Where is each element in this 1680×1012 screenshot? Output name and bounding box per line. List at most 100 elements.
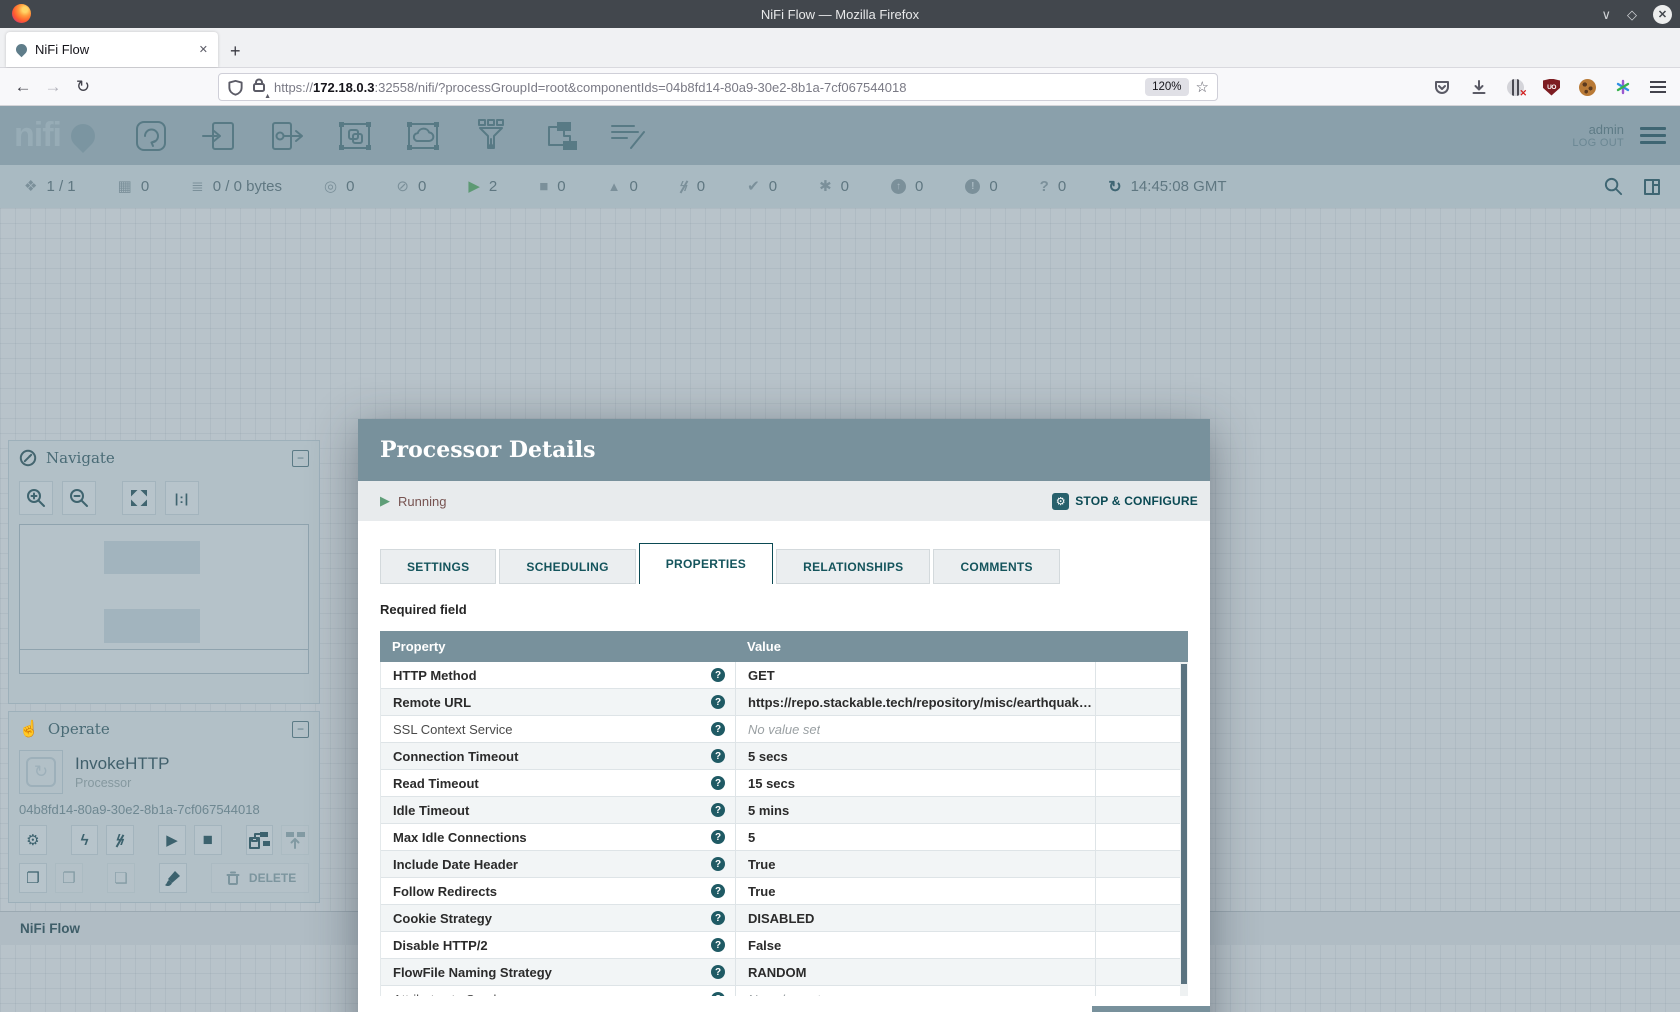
ublock-origin-icon[interactable]: UO [1543,79,1560,96]
status-up-to-date-count: 0 [769,178,777,195]
operate-collapse-button[interactable]: − [292,721,309,738]
panel-toggle-icon[interactable] [1642,177,1662,197]
ok-button[interactable]: OK [1092,1006,1210,1012]
value-cell: GET [736,662,1096,688]
help-icon[interactable]: ? [711,668,725,682]
multi-account-containers-icon[interactable] [1615,79,1631,95]
property-name: SSL Context Service [393,722,711,737]
help-icon[interactable]: ? [711,938,725,952]
delete-button[interactable]: DELETE [211,863,309,893]
table-scrollbar[interactable] [1180,662,1188,996]
output-port-component-icon[interactable] [265,117,309,155]
operate-title: Operate [48,720,283,738]
help-icon[interactable]: ? [711,857,725,871]
lightning-icon: ϟ [81,832,89,849]
label-component-icon[interactable] [605,117,649,155]
privacy-badger-icon[interactable]: ✕ [1507,79,1524,96]
browser-menu-icon[interactable] [1650,78,1666,96]
fill-color-button[interactable] [159,863,187,893]
processor-component-icon[interactable] [129,117,173,155]
pocket-icon[interactable] [1433,78,1451,96]
group-button[interactable]: ❏ [107,863,135,893]
tracking-shield-icon[interactable] [227,79,244,96]
help-icon[interactable]: ? [711,830,725,844]
window-close-button[interactable]: ✕ [1653,5,1672,24]
search-icon[interactable] [1603,176,1624,197]
tab-settings[interactable]: SETTINGS [380,549,496,584]
table-scrollbar-thumb[interactable] [1181,664,1187,984]
refresh-icon[interactable]: ↻ [1108,177,1121,197]
tab-close-icon[interactable]: ✕ [199,43,208,56]
birdseye-minimap[interactable] [19,524,309,650]
tab-properties[interactable]: PROPERTIES [639,543,773,584]
status-stale-count: 0 [915,178,923,195]
zoom-in-button[interactable] [19,481,53,515]
new-tab-button[interactable]: + [230,42,241,60]
property-value: RANDOM [748,965,807,980]
paste-button[interactable]: ❐ [55,863,83,893]
tab-comments[interactable]: COMMENTS [933,549,1059,584]
downloads-icon[interactable] [1470,78,1488,96]
revert-flow-version-button[interactable] [281,825,309,855]
help-icon[interactable]: ? [711,884,725,898]
help-icon[interactable]: ? [711,965,725,979]
property-row: Read Timeout?15 secs [381,770,1188,797]
funnel-component-icon[interactable] [469,117,513,155]
enable-button[interactable]: ϟ [71,825,99,855]
window-maximize-button[interactable]: ◇ [1627,8,1637,21]
stop-button[interactable]: ■ [194,825,222,855]
status-not-transmitting: ⊘0 [396,178,426,195]
dialog-header: Processor Details [358,419,1210,481]
status-transmitting-count: 0 [346,178,354,195]
url-bar[interactable]: ▲ https://172.18.0.3:32558/nifi/?process… [218,73,1218,101]
page-zoom-badge[interactable]: 120% [1145,78,1188,96]
zoom-actual-size-button[interactable]: |:| [165,481,199,515]
help-icon[interactable]: ? [711,776,725,790]
stop-and-configure-button[interactable]: ⚙ STOP & CONFIGURE [1052,493,1198,510]
help-icon[interactable]: ? [711,749,725,763]
breadcrumb-root[interactable]: NiFi Flow [20,921,80,936]
refresh-button[interactable]: ↻ [68,77,98,97]
help-icon[interactable]: ? [711,992,725,996]
cookie-extension-icon[interactable] [1579,79,1596,96]
template-component-icon[interactable] [537,117,581,155]
browser-tab-nifi-flow[interactable]: NiFi Flow ✕ [6,32,218,67]
remote-process-group-component-icon[interactable] [401,117,445,155]
help-icon[interactable]: ? [711,722,725,736]
start-button[interactable]: ▶ [158,825,186,855]
forward-button[interactable]: → [38,77,68,97]
help-icon[interactable]: ? [711,695,725,709]
save-flow-version-button[interactable] [246,825,274,855]
navigate-collapse-button[interactable]: − [292,450,309,467]
property-row: Cookie Strategy?DISABLED [381,905,1188,932]
value-cell: 5 secs [736,743,1096,769]
zoom-fit-button[interactable] [122,481,156,515]
running-icon: ▶ [468,179,480,194]
delete-label: DELETE [249,871,296,885]
tab-relationships[interactable]: RELATIONSHIPS [776,549,930,584]
bookmark-star-icon[interactable]: ☆ [1196,78,1209,96]
logout-link[interactable]: LOG OUT [1572,137,1624,149]
zoom-out-button[interactable] [62,481,96,515]
property-value: 15 secs [748,776,795,791]
back-button[interactable]: ← [8,77,38,97]
configure-button[interactable]: ⚙ [19,825,47,855]
copy-button[interactable]: ❐ [19,863,47,893]
upload-flow-icon [284,829,306,851]
invalid-icon: ▲ [608,180,621,193]
disable-button[interactable]: ϟ [106,825,134,855]
flow-canvas[interactable]: NiFi Flow Navigate − |:| [0,208,1680,1012]
property-name: Connection Timeout [393,749,711,764]
help-icon[interactable]: ? [711,911,725,925]
window-minimize-button[interactable]: ∨ [1601,8,1611,21]
property-name: Attributes to Send [393,992,711,997]
property-row: Follow Redirects?True [381,878,1188,905]
input-port-component-icon[interactable] [197,117,241,155]
global-menu-icon[interactable] [1640,123,1666,148]
tab-scheduling[interactable]: SCHEDULING [499,549,635,584]
process-group-component-icon[interactable] [333,117,377,155]
property-value: True [748,857,775,872]
lock-icon[interactable]: ▲ [251,77,267,98]
help-icon[interactable]: ? [711,803,725,817]
property-cell: Follow Redirects? [381,878,736,904]
